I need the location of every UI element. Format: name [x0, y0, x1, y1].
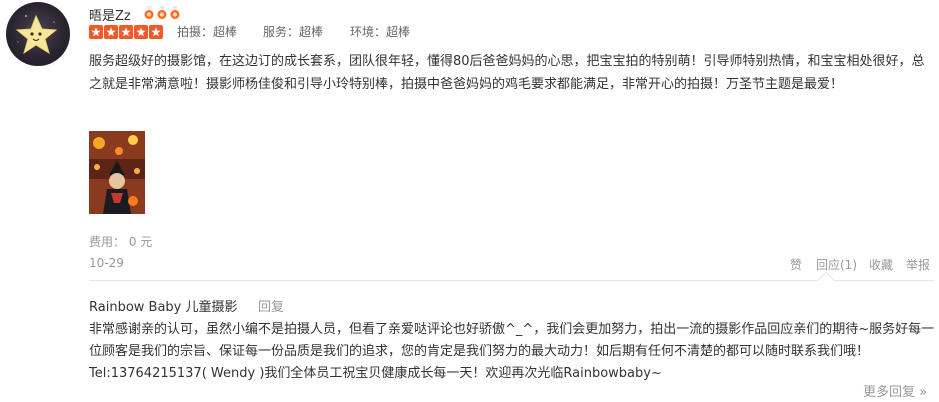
- rating-photo: 拍摄：超棒: [177, 25, 238, 39]
- review-date: 10-29: [89, 256, 124, 270]
- star-avatar-icon: [15, 14, 58, 55]
- rating-service: 服务：超棒: [263, 25, 324, 39]
- medal-icon: [157, 6, 167, 19]
- star-rating: [89, 25, 163, 39]
- username[interactable]: 晤是Zz: [89, 5, 131, 24]
- review-text: 服务超级好的摄影馆，在这边订的成长套系，团队很年轻，懂得80后爸爸妈妈的心思，把…: [89, 54, 925, 92]
- photo-image: [89, 131, 145, 214]
- more-replies-link[interactable]: 更多回复 »: [863, 381, 927, 400]
- merchant-reply-text: 非常感谢亲的认可，虽然小编不是拍摄人员，但看了亲爱哒评论也好骄傲^_^，我们会更…: [89, 322, 935, 381]
- merchant-reply-button[interactable]: 回复: [258, 296, 284, 315]
- star-icon: [104, 25, 118, 39]
- star-icon: [134, 25, 148, 39]
- review-fee: 费用： 0 元: [89, 235, 153, 249]
- reply-divider: [89, 280, 934, 281]
- medal-icon: [170, 6, 180, 19]
- medal-icon: [144, 6, 154, 19]
- user-badges: [143, 6, 181, 20]
- star-icon: [89, 25, 103, 39]
- star-icon: [149, 25, 163, 39]
- reply-count-button[interactable]: 回应(1): [816, 256, 857, 273]
- star-icon: [119, 25, 133, 39]
- user-avatar[interactable]: [6, 2, 70, 66]
- reply-caret-icon: [817, 271, 835, 289]
- merchant-name[interactable]: Rainbow Baby 儿童摄影: [89, 296, 238, 315]
- rating-environment: 环境：超棒: [350, 25, 411, 39]
- report-button[interactable]: 举报: [906, 256, 930, 273]
- review-photo-thumbnail[interactable]: [89, 131, 145, 214]
- favorite-button[interactable]: 收藏: [869, 256, 893, 273]
- like-button[interactable]: 赞: [790, 256, 802, 273]
